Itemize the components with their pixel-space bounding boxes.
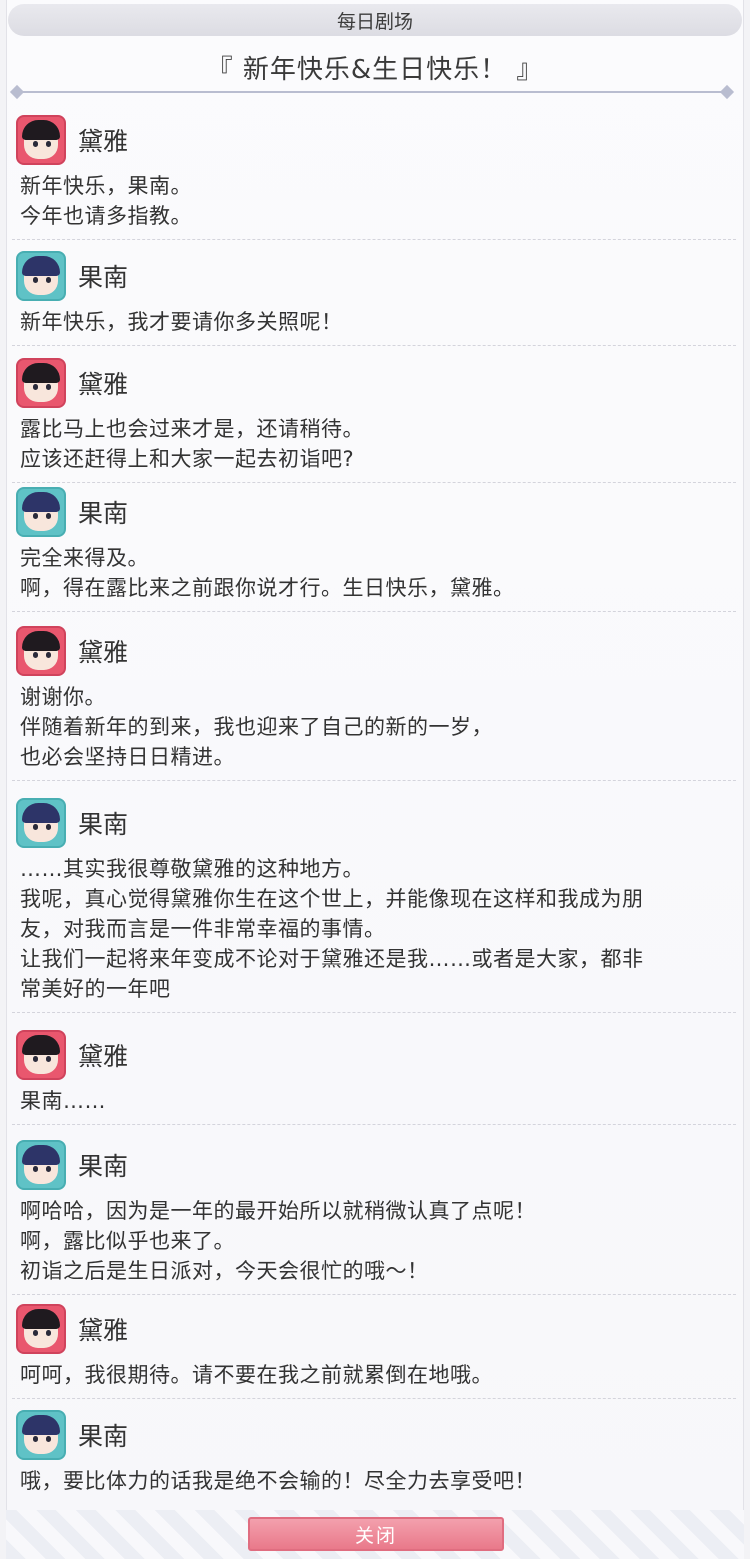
dialog-divider xyxy=(12,1398,736,1399)
episode-title: 『 新年快乐&生日快乐！ 』 xyxy=(206,54,544,85)
dialog-line: 我呢，真心觉得黛雅你生在这个世上，并能像现在这样和我成为朋 xyxy=(20,887,644,911)
speaker-name: 黛雅 xyxy=(78,127,129,156)
dialog-line: 露比马上也会过来才是，还请稍待。 xyxy=(20,417,364,441)
speaker-name: 果南 xyxy=(78,1152,129,1181)
kanan-avatar-icon xyxy=(16,798,66,848)
dialog-line: 完全来得及。 xyxy=(20,546,149,570)
speaker-name: 果南 xyxy=(78,499,129,528)
dialog-line: 新年快乐，我才要请你多关照呢！ xyxy=(20,310,343,334)
dialog-line: ……其实我很尊敬黛雅的这种地方。 xyxy=(20,857,364,881)
close-button[interactable]: 关闭 xyxy=(248,1517,504,1551)
dialog-divider xyxy=(12,482,736,483)
kanan-avatar-icon xyxy=(16,487,66,537)
dialog-divider xyxy=(12,1124,736,1125)
dialog-line: 让我们一起将来年变成不论对于黛雅还是我……或者是大家，都非 xyxy=(20,947,644,971)
dialog-line: 啊哈哈，因为是一年的最开始所以就稍微认真了点呢！ xyxy=(20,1199,536,1223)
speaker-name: 果南 xyxy=(78,263,129,292)
dialog-line: 初诣之后是生日派对，今天会很忙的哦～！ xyxy=(20,1259,429,1283)
speaker-name: 黛雅 xyxy=(78,370,129,399)
dialog-text: 谢谢你。伴随着新年的到来，我也迎来了自己的新的一岁， 也必会坚持日日精进。 xyxy=(20,682,735,772)
dialog-text: 果南…… xyxy=(20,1086,735,1116)
dialog-text: 完全来得及。啊，得在露比来之前跟你说才行。生日快乐，黛雅。 xyxy=(20,543,735,603)
speaker-name: 黛雅 xyxy=(78,1042,129,1071)
dia-avatar-icon xyxy=(16,1304,66,1354)
speaker-name: 果南 xyxy=(78,810,129,839)
dialog-line: 果南…… xyxy=(20,1089,106,1113)
speaker-name: 黛雅 xyxy=(78,1316,129,1345)
dialog-text: 哦，要比体力的话我是绝不会输的！尽全力去享受吧！ xyxy=(20,1466,735,1496)
header-bar: 每日剧场 xyxy=(8,4,742,36)
dialog-divider xyxy=(12,611,736,612)
dialog-text: 啊哈哈，因为是一年的最开始所以就稍微认真了点呢！ 啊，露比似乎也来了。初诣之后是生… xyxy=(20,1196,735,1286)
dialog-line: 常美好的一年吧 xyxy=(20,977,171,1001)
dialog-line: 伴随着新年的到来，我也迎来了自己的新的一岁， xyxy=(20,715,493,739)
dialog-line: 哦，要比体力的话我是绝不会输的！尽全力去享受吧！ xyxy=(20,1469,536,1493)
dialog-line: 啊，露比似乎也来了。 xyxy=(20,1229,235,1253)
dia-avatar-icon xyxy=(16,358,66,408)
dialog-line: 谢谢你。 xyxy=(20,685,106,709)
dialog-text: 新年快乐，我才要请你多关照呢！ xyxy=(20,307,735,337)
kanan-avatar-icon xyxy=(16,1140,66,1190)
dialog-text: ……其实我很尊敬黛雅的这种地方。我呢，真心觉得黛雅你生在这个世上，并能像现在这样… xyxy=(20,854,735,1004)
dialog-divider xyxy=(12,1012,736,1013)
dia-avatar-icon xyxy=(16,1030,66,1080)
title-divider xyxy=(16,91,730,93)
header-title: 每日剧场 xyxy=(336,10,413,33)
speaker-name: 果南 xyxy=(78,1422,129,1451)
dialog-line: 友，对我而言是一件非常幸福的事情。 xyxy=(20,917,386,941)
dialog-line: 应该还赶得上和大家一起去初诣吧? xyxy=(20,447,355,471)
dialog-line: 啊，得在露比来之前跟你说才行。生日快乐，黛雅。 xyxy=(20,576,515,600)
dialog-line: 新年快乐，果南。 xyxy=(20,174,192,198)
dialog-line: 呵呵，我很期待。请不要在我之前就累倒在地哦。 xyxy=(20,1363,493,1387)
dialog-divider xyxy=(12,345,736,346)
speaker-name: 黛雅 xyxy=(78,638,129,667)
dialog-divider xyxy=(12,1294,736,1295)
dialog-divider xyxy=(12,239,736,240)
dialog-line: 也必会坚持日日精进。 xyxy=(20,745,235,769)
dialog-text: 露比马上也会过来才是，还请稍待。 应该还赶得上和大家一起去初诣吧? xyxy=(20,414,735,474)
dia-avatar-icon xyxy=(16,626,66,676)
dialog-divider xyxy=(12,780,736,781)
kanan-avatar-icon xyxy=(16,251,66,301)
dialog-text: 呵呵，我很期待。请不要在我之前就累倒在地哦。 xyxy=(20,1360,735,1390)
dialog-line: 今年也请多指教。 xyxy=(20,204,192,228)
dialog-text: 新年快乐，果南。 今年也请多指教。 xyxy=(20,171,735,231)
dia-avatar-icon xyxy=(16,115,66,165)
kanan-avatar-icon xyxy=(16,1410,66,1460)
